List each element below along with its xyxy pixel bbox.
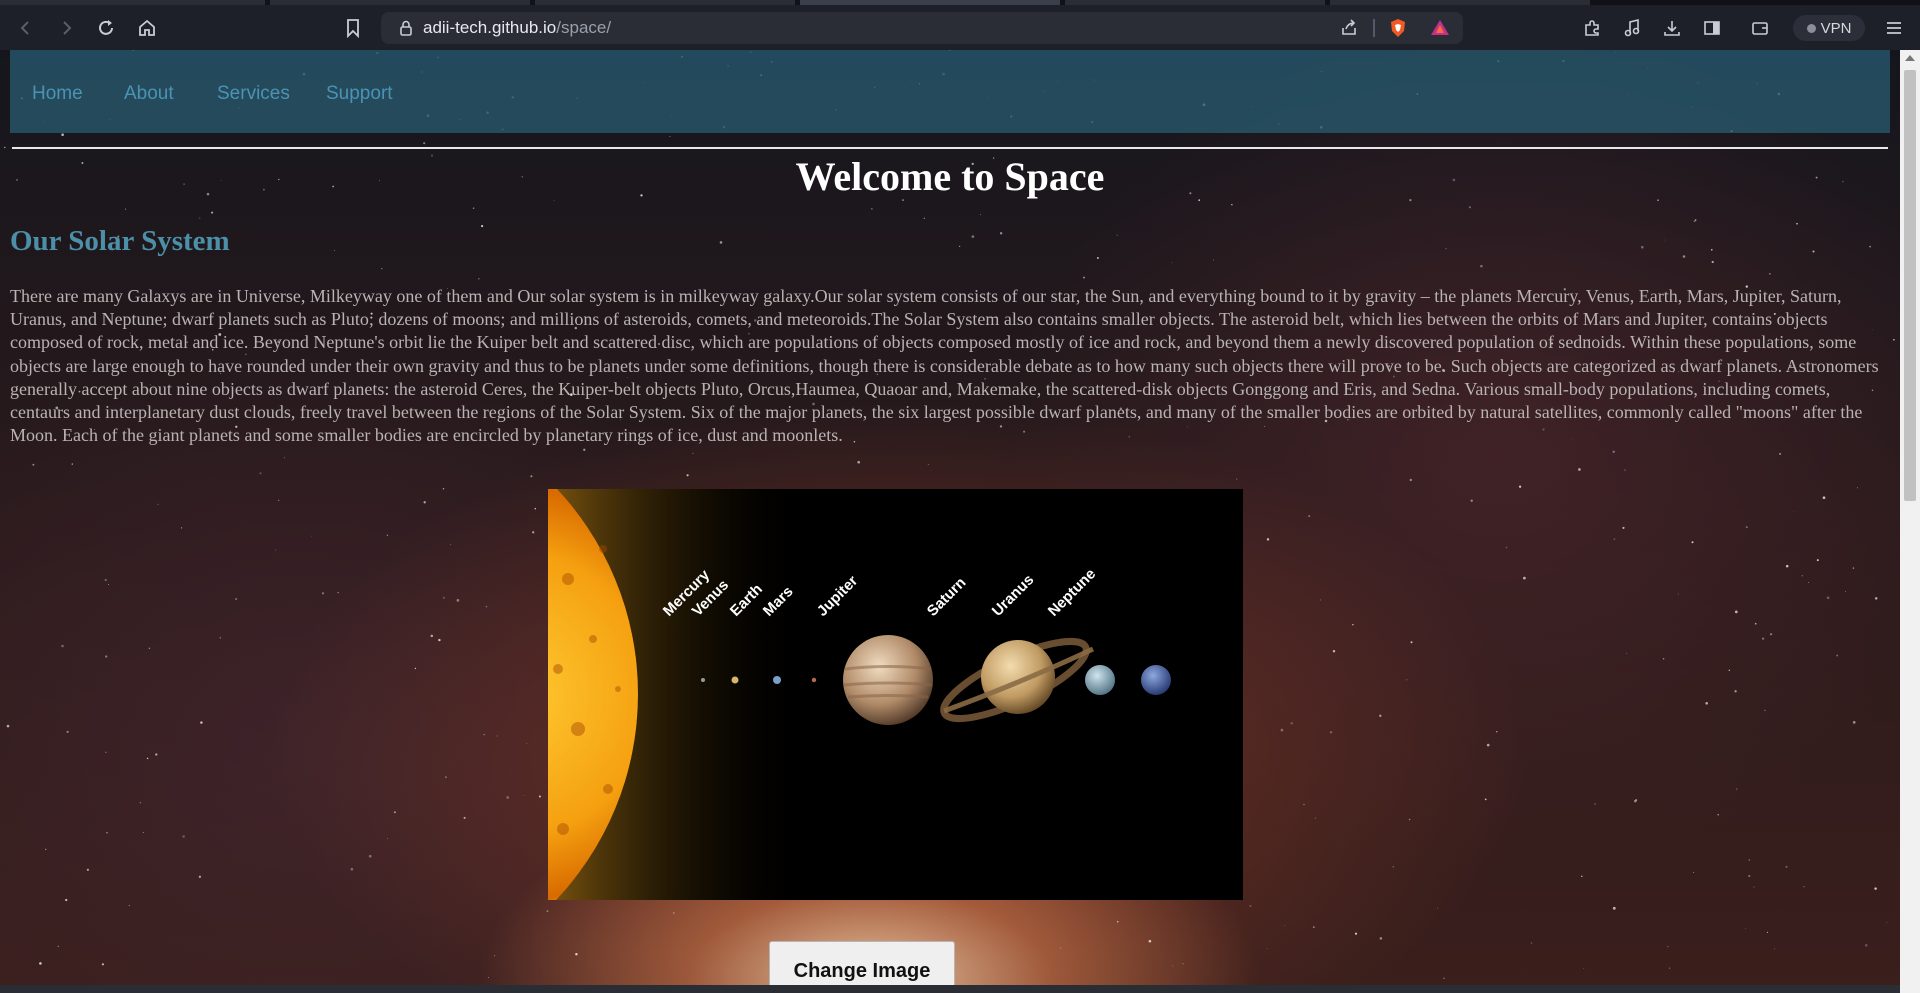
mercury [701,678,705,682]
extensions-icon[interactable] [1576,12,1608,44]
saturn [981,640,1055,714]
nav-support[interactable]: Support [326,83,393,105]
jupiter [843,635,933,725]
mars [811,677,817,683]
divider [1373,19,1375,37]
back-icon[interactable] [10,12,42,44]
scroll-up-arrow[interactable] [1905,55,1915,61]
section-heading: Our Solar System [10,225,230,257]
vpn-label: VPN [1820,19,1852,37]
brave-shields-icon[interactable] [1388,18,1408,38]
browser-toolbar: adii-tech.github.io/space/ VPN [0,5,1920,50]
vpn-button[interactable]: VPN [1793,15,1865,41]
forward-icon[interactable] [50,12,82,44]
page-title: Welcome to Space [795,154,1105,199]
lock-icon[interactable] [397,19,415,37]
brave-rewards-icon[interactable] [1430,18,1450,38]
home-icon[interactable] [131,12,163,44]
intro-paragraph: There are many Galaxys are in Universe, … [10,286,1879,446]
nav-about[interactable]: About [124,83,174,105]
earth [773,676,781,684]
navbar: Home About Services Support [10,50,1890,133]
media-icon[interactable] [1616,12,1648,44]
venus [731,676,739,684]
horizontal-rule [12,147,1888,149]
nav-services[interactable]: Services [217,83,290,105]
bookmark-icon[interactable] [337,12,369,44]
address-bar[interactable]: adii-tech.github.io/space/ [381,12,1463,44]
url-host: adii-tech.github.io [423,18,557,37]
url-path: /space/ [556,18,612,37]
nav-home[interactable]: Home [32,83,83,105]
page-viewport: Home About Services Support Welcome to S… [0,50,1900,993]
downloads-icon[interactable] [1656,12,1688,44]
scroll-thumb[interactable] [1904,70,1916,501]
vpn-status-icon [1806,23,1816,33]
sidebar-icon[interactable] [1696,12,1728,44]
bottom-strip [0,985,1900,993]
share-icon[interactable] [1339,18,1359,38]
page-scrollbar[interactable] [1900,50,1920,993]
menu-icon[interactable] [1878,12,1910,44]
solar-system-image: Mercury Venus Earth Mars Jupiter Saturn Uranus… [548,489,1243,900]
neptune [1141,665,1171,695]
reload-icon[interactable] [90,12,122,44]
uranus [1085,665,1115,695]
url-text[interactable]: adii-tech.github.io/space/ [423,18,611,38]
wallet-icon[interactable] [1744,12,1776,44]
